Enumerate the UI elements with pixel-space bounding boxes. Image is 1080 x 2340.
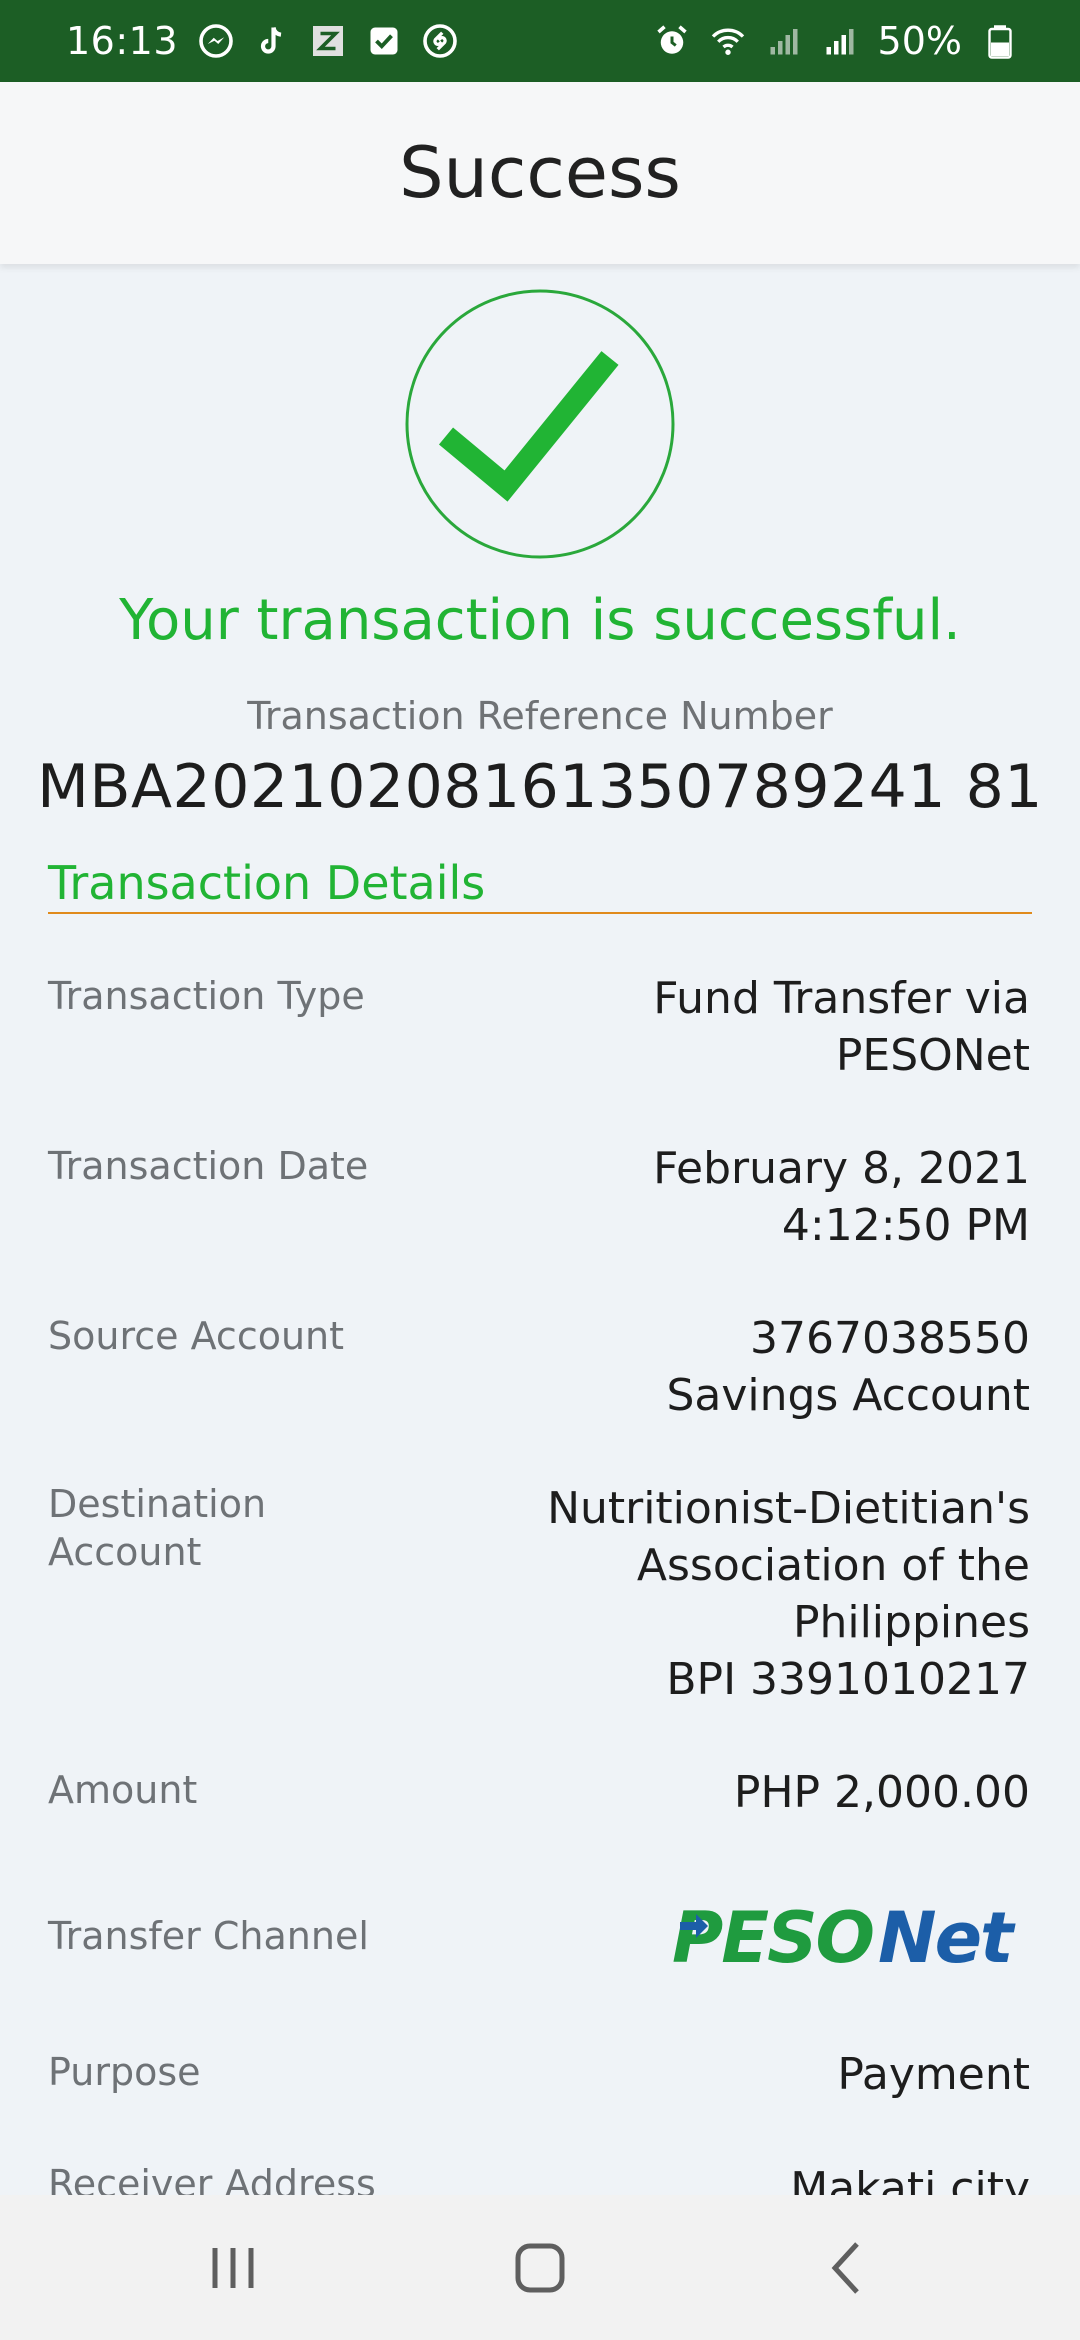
section-divider [48,912,1032,914]
source-account-label: Source Account [48,1314,345,1358]
recent-apps-icon [212,2247,254,2288]
transaction-type-label: Transaction Type [48,974,365,1018]
status-bar-left: 16:13 [66,19,458,63]
back-icon [831,2241,859,2294]
system-nav-bar [0,2195,1080,2340]
page-title: Success [399,132,681,214]
destination-account-label: Destination Account [48,1482,267,1574]
messenger-icon [198,23,234,59]
status-bar-right: 50% [654,19,1018,63]
amount-value: PHP 2,000.00 [733,1767,1030,1818]
shazam-icon [422,23,458,59]
success-check-icon [404,288,676,560]
transaction-date-value: February 8, 2021 4:12:50 PM [653,1143,1030,1251]
alarm-icon [654,23,690,59]
recent-apps-button[interactable] [183,2218,283,2318]
battery-percent: 50% [877,19,962,63]
purpose-label: Purpose [48,2050,201,2094]
section-title: Transaction Details [48,856,486,910]
destination-account-name: Nutritionist-Dietitian's Association of … [547,1483,1030,1648]
destination-account-value: Nutritionist-Dietitian's Association of … [470,1480,1030,1708]
wifi-icon [710,23,746,59]
battery-icon [982,23,1018,59]
back-button[interactable] [797,2218,897,2318]
source-account-value: 3767038550 Savings Account [510,1310,1030,1424]
success-message: Your transaction is successful. [119,588,961,653]
signal-icon [766,23,802,59]
transaction-date-label: Transaction Date [48,1144,369,1188]
source-account-type: Savings Account [666,1370,1030,1421]
status-time: 16:13 [66,19,179,63]
source-account-number: 3767038550 [750,1313,1030,1364]
amount-label: Amount [48,1768,198,1812]
signal-icon [822,23,858,59]
purpose-value: Payment [837,2049,1030,2100]
home-button[interactable] [490,2218,590,2318]
home-icon [515,2243,565,2292]
destination-account-number: BPI 3391010217 [666,1654,1030,1705]
tiktok-icon [254,23,290,59]
transaction-type-value: Fund Transfer via PESONet [653,973,1030,1081]
z-app-icon [310,23,346,59]
reference-label: Transaction Reference Number [247,694,833,738]
app-header: Success [0,82,1080,264]
status-bar: 16:13 50% [0,0,1080,82]
checkbox-app-icon [366,23,402,59]
pesonet-logo-icon: PESO Net [670,1896,1030,1979]
svg-text:PESO: PESO [672,1897,873,1976]
transfer-channel-label: Transfer Channel [48,1914,369,1958]
reference-number: MBA20210208161350789241 81 [37,752,1043,822]
svg-text:Net: Net [878,1897,1016,1976]
